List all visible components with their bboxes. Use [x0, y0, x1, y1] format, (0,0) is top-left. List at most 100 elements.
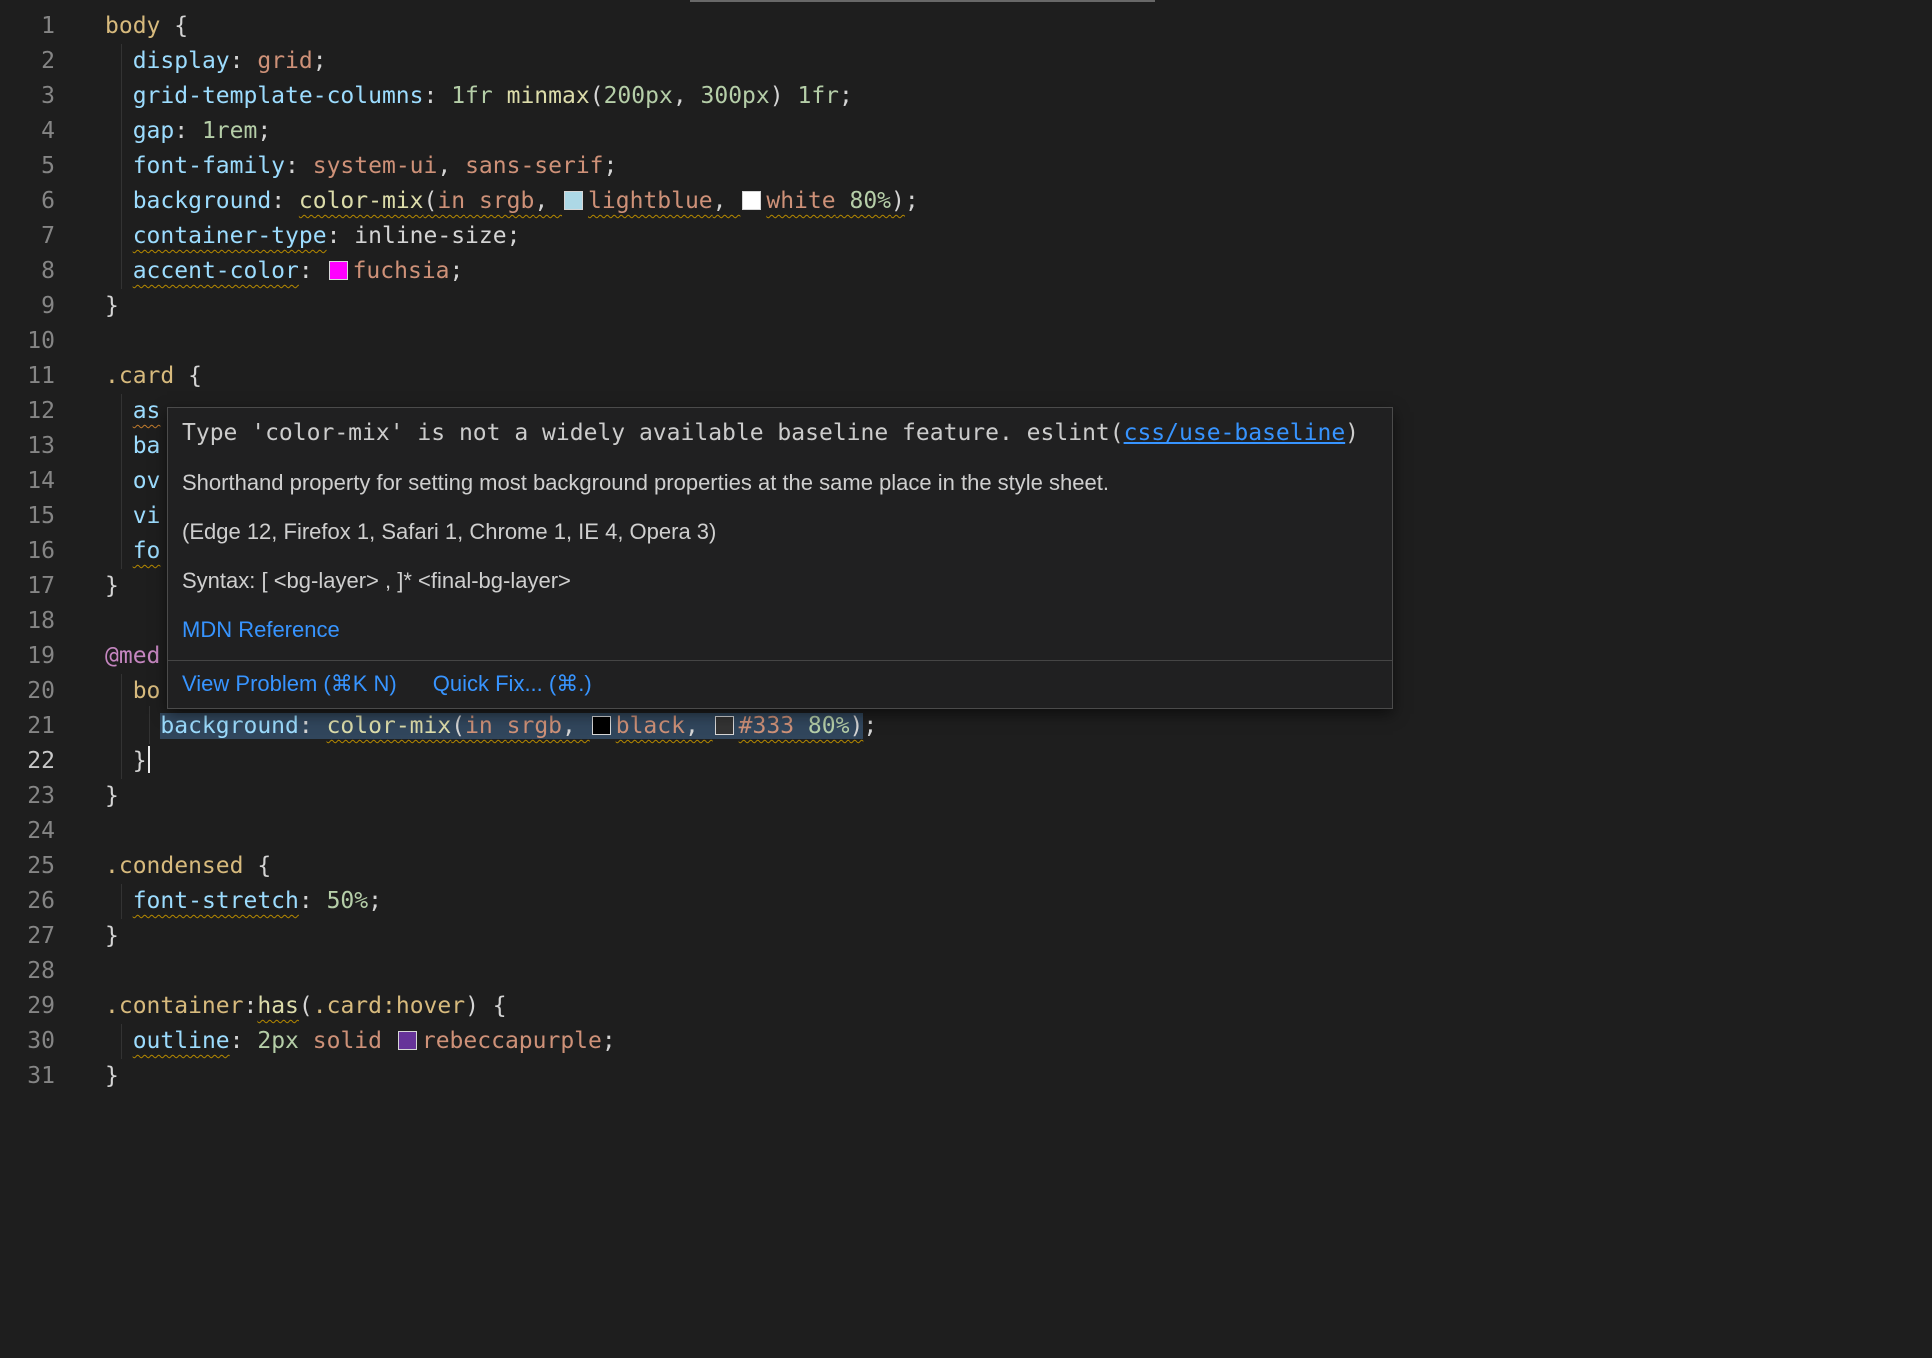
code-line[interactable]: 6 background: color-mix(in srgb, lightbl…: [0, 184, 1932, 219]
code-line[interactable]: 27}: [0, 919, 1932, 954]
code-token: }: [133, 748, 147, 774]
code-token: ;: [905, 188, 919, 214]
code-token: background: [160, 713, 298, 739]
code-line[interactable]: 10: [0, 324, 1932, 359]
code-line[interactable]: 1body {: [0, 9, 1932, 44]
code-line[interactable]: 26 font-stretch: 50%;: [0, 884, 1932, 919]
code-token: [794, 713, 808, 739]
code-line[interactable]: 25.condensed {: [0, 849, 1932, 884]
code-content: }: [55, 919, 119, 954]
code-token: fuchsia: [327, 258, 450, 284]
code-line[interactable]: 2 display: grid;: [0, 44, 1932, 79]
view-problem-action[interactable]: View Problem (⌘K N): [182, 670, 397, 698]
line-number: 30: [0, 1024, 55, 1059]
code-line[interactable]: 5 font-family: system-ui, sans-serif;: [0, 149, 1932, 184]
code-line[interactable]: 30 outline: 2px solid rebeccapurple;: [0, 1024, 1932, 1059]
code-token: .condensed: [105, 853, 243, 879]
code-token: vi: [133, 503, 161, 529]
line-number: 23: [0, 779, 55, 814]
code-line[interactable]: 29.container:has(.card:hover) {: [0, 989, 1932, 1024]
code-line[interactable]: 4 gap: 1rem;: [0, 114, 1932, 149]
code-token: in: [465, 713, 493, 739]
code-token: [105, 538, 133, 564]
line-number: 28: [0, 954, 55, 989]
code-token: 80%: [849, 188, 891, 214]
code-token: [299, 1028, 313, 1054]
hover-tooltip: Type 'color-mix' is not a widely availab…: [167, 407, 1393, 709]
code-token: ;: [313, 48, 327, 74]
code-line[interactable]: 7 container-type: inline-size;: [0, 219, 1932, 254]
code-content: outline: 2px solid rebeccapurple;: [55, 1024, 616, 1059]
code-token: font-stretch: [133, 888, 299, 914]
code-token: (: [299, 993, 313, 1019]
tooltip-actions: View Problem (⌘K N) Quick Fix... (⌘.): [168, 661, 1392, 708]
code-token: [784, 83, 798, 109]
line-number: 2: [0, 44, 55, 79]
line-number: 11: [0, 359, 55, 394]
line-number: 17: [0, 569, 55, 604]
code-content: }: [55, 744, 150, 779]
color-swatch[interactable]: [592, 716, 611, 735]
code-line[interactable]: 22 }: [0, 744, 1932, 779]
code-line[interactable]: 23}: [0, 779, 1932, 814]
code-token: 300px: [701, 83, 770, 109]
code-token: lightblue: [562, 188, 713, 214]
color-swatch[interactable]: [398, 1031, 417, 1050]
line-number: 6: [0, 184, 55, 219]
code-token: ,: [437, 153, 465, 179]
code-token: {: [243, 853, 271, 879]
code-line[interactable]: 11.card {: [0, 359, 1932, 394]
code-token: ;: [257, 118, 271, 144]
code-token: :: [285, 153, 313, 179]
code-content: }: [55, 779, 119, 814]
code-token: }: [105, 783, 119, 809]
color-swatch[interactable]: [742, 191, 761, 210]
code-line[interactable]: 9}: [0, 289, 1932, 324]
code-content: bo: [55, 674, 160, 709]
code-content: grid-template-columns: 1fr minmax(200px,…: [55, 79, 853, 114]
code-line[interactable]: 21 background: color-mix(in srgb, black,…: [0, 709, 1932, 744]
code-line[interactable]: 31}: [0, 1059, 1932, 1094]
code-token: gap: [133, 118, 175, 144]
syntax-info: Syntax: [ <bg-layer> , ]* <final-bg-laye…: [182, 567, 1378, 595]
code-token: ,: [673, 83, 701, 109]
code-line[interactable]: 3 grid-template-columns: 1fr minmax(200p…: [0, 79, 1932, 114]
code-token: ;: [507, 223, 521, 249]
code-token: }: [105, 1063, 119, 1089]
code-token: ,: [713, 188, 741, 214]
code-content: fo: [55, 534, 160, 569]
line-number: 26: [0, 884, 55, 919]
code-content: body {: [55, 9, 188, 44]
code-content: [55, 814, 105, 849]
code-token: ;: [839, 83, 853, 109]
line-number: 7: [0, 219, 55, 254]
code-token: [105, 188, 133, 214]
color-swatch[interactable]: [715, 716, 734, 735]
line-number: 22: [0, 744, 55, 779]
code-token: grid: [257, 48, 312, 74]
code-line[interactable]: 8 accent-color: fuchsia;: [0, 254, 1932, 289]
quick-fix-action[interactable]: Quick Fix... (⌘.): [433, 670, 592, 698]
code-token: ;: [602, 1028, 616, 1054]
code-content: accent-color: fuchsia;: [55, 254, 463, 289]
code-token: :: [271, 188, 299, 214]
line-number: 20: [0, 674, 55, 709]
code-token: }: [105, 923, 119, 949]
code-token: [105, 83, 133, 109]
color-swatch[interactable]: [329, 261, 348, 280]
code-token: :: [327, 223, 355, 249]
line-number: 15: [0, 499, 55, 534]
diagnostic-suffix: ): [1345, 420, 1359, 446]
code-token: white: [740, 188, 835, 214]
mdn-reference-link[interactable]: MDN Reference: [182, 617, 340, 642]
code-line[interactable]: 24: [0, 814, 1932, 849]
code-token: .card: [105, 363, 174, 389]
code-token: as: [133, 398, 161, 424]
eslint-rule-link[interactable]: css/use-baseline: [1124, 420, 1346, 446]
line-number: 21: [0, 709, 55, 744]
code-token: [105, 1028, 133, 1054]
code-token: [105, 713, 160, 739]
color-swatch[interactable]: [564, 191, 583, 210]
code-line[interactable]: 28: [0, 954, 1932, 989]
line-number: 31: [0, 1059, 55, 1094]
